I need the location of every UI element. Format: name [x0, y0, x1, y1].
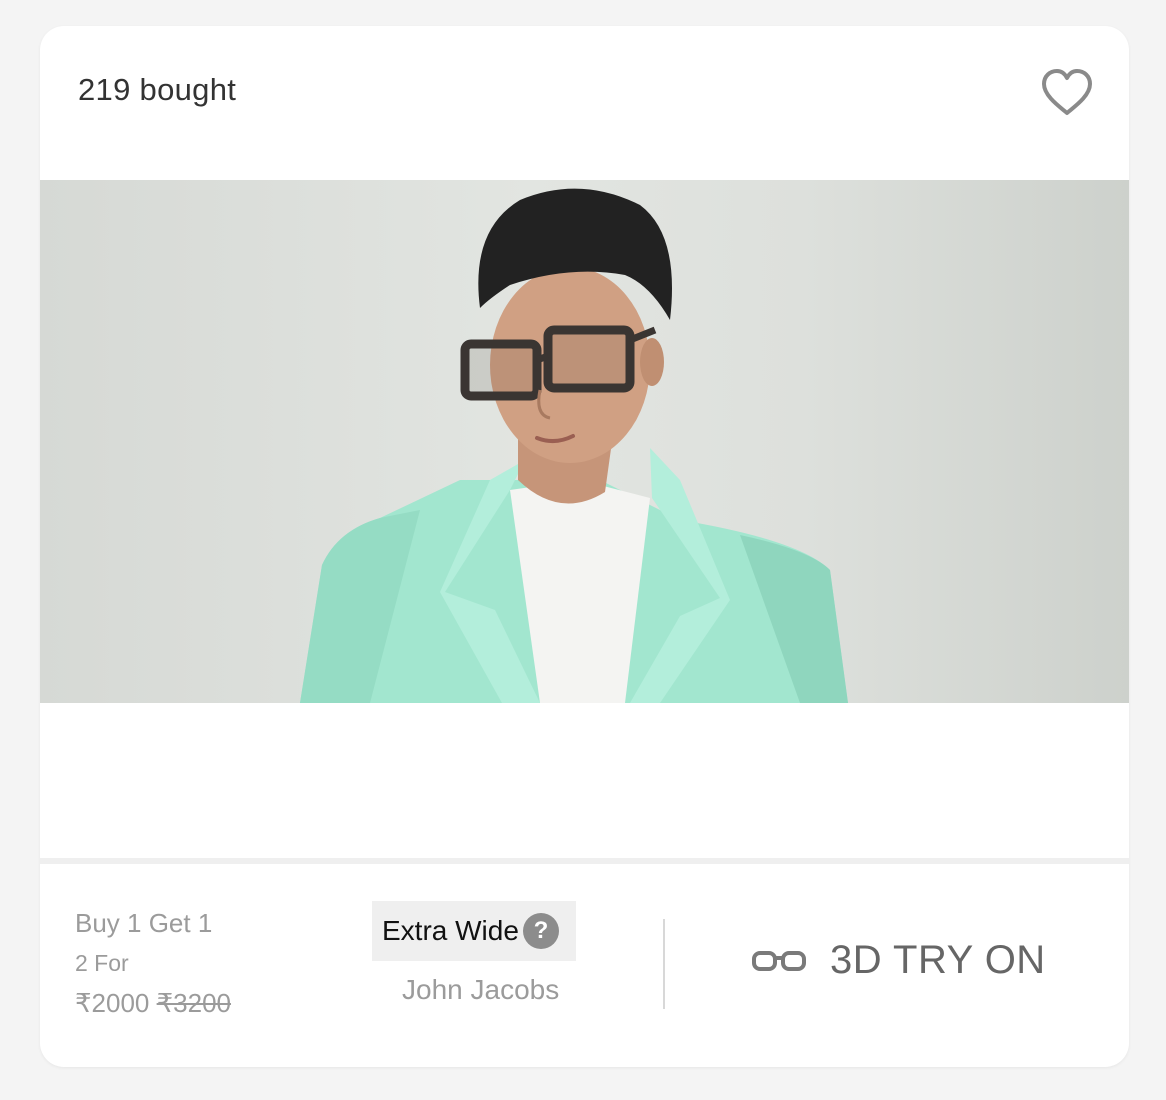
- product-image[interactable]: [40, 180, 1129, 703]
- frame-width-tag: Extra Wide ?: [372, 901, 576, 961]
- try-on-label: 3D TRY ON: [830, 938, 1046, 982]
- glasses-icon: [752, 950, 806, 971]
- price: ₹2000 ₹3200: [75, 988, 231, 1019]
- offer-line-2: 2 For: [75, 950, 129, 976]
- brand-name: John Jacobs: [402, 974, 560, 1005]
- section-divider: [40, 858, 1129, 864]
- offer-price: ₹2000: [75, 988, 150, 1018]
- vertical-divider: [663, 919, 665, 1009]
- bought-count: 219 bought: [78, 72, 237, 107]
- offer-line-1: Buy 1 Get 1: [75, 908, 213, 938]
- wishlist-button[interactable]: [1040, 68, 1094, 118]
- frame-width-label: Extra Wide: [382, 915, 519, 946]
- product-card[interactable]: 219 bought Buy 1 Get 1 2 For ₹2000 ₹3200…: [40, 26, 1129, 1067]
- original-price: ₹3200: [156, 988, 232, 1018]
- help-icon[interactable]: ?: [522, 913, 559, 949]
- heart-outline-icon: [1042, 69, 1092, 115]
- model-illustration: [300, 188, 848, 703]
- 3d-try-on-button[interactable]: 3D TRY ON: [752, 938, 1046, 983]
